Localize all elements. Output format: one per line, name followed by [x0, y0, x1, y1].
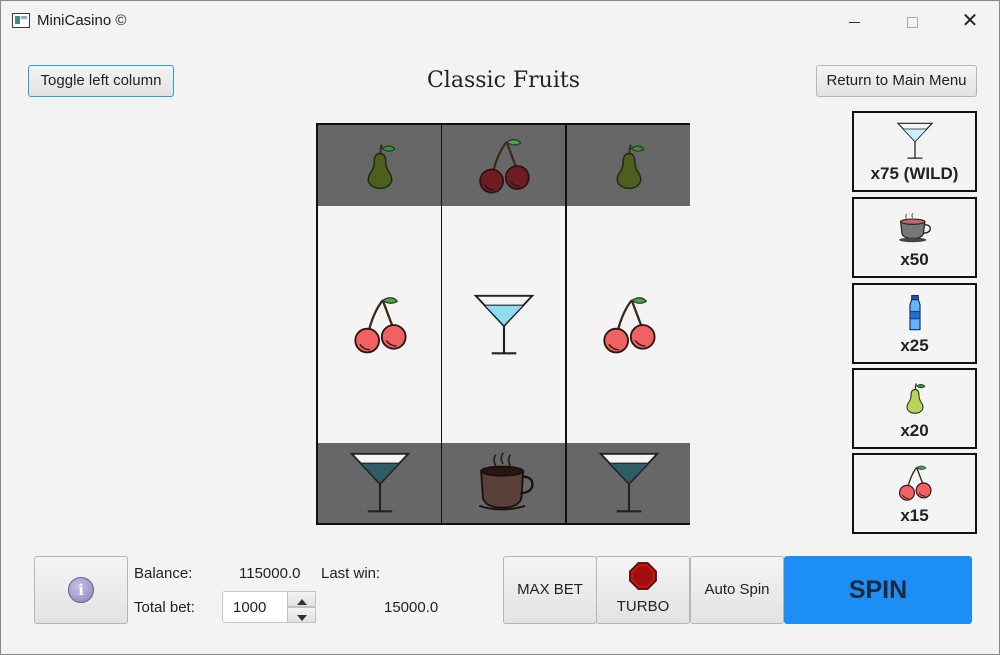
pear-icon: [358, 137, 402, 195]
bet-increment-button[interactable]: [287, 591, 316, 607]
payout-label: x25: [900, 336, 929, 355]
reel-3-top-cell: [567, 125, 690, 206]
spin-button[interactable]: SPIN: [784, 556, 972, 624]
payout-label: x15: [900, 506, 929, 525]
reel-3-bottom-cell: [567, 443, 690, 523]
turbo-label: TURBO: [616, 598, 670, 615]
window-title: MiniCasino ©: [37, 12, 127, 29]
paytable-item-water: x25: [852, 283, 977, 364]
turbo-button[interactable]: TURBO: [596, 556, 690, 624]
coffee-cup-icon: [472, 451, 536, 515]
paytable-item-cherry: x15: [852, 453, 977, 534]
reel-1: [318, 125, 441, 523]
last-win-value: 15000.0: [384, 599, 439, 616]
paytable-item-tea: x50: [852, 197, 977, 278]
balance-value: 115000.0: [239, 565, 301, 582]
balance-label: Balance:: [134, 565, 193, 582]
reel-2-top-cell: [442, 125, 565, 206]
app-icon: [12, 13, 30, 28]
stop-sign-icon: [629, 562, 657, 590]
payout-label: x75 (WILD): [870, 164, 959, 183]
close-button[interactable]: ✕: [947, 7, 993, 35]
last-win-label: Last win:: [321, 565, 381, 582]
reel-1-middle-cell: [318, 206, 441, 443]
cherry-icon: [473, 135, 535, 197]
info-icon: i: [68, 577, 94, 603]
maximize-icon: [906, 16, 918, 28]
pear-icon: [607, 137, 651, 195]
martini-icon: [895, 121, 935, 161]
martini-icon: [347, 450, 413, 516]
toggle-left-column-button[interactable]: Toggle left column: [28, 65, 174, 97]
info-button[interactable]: i: [34, 556, 128, 624]
chevron-up-icon: [296, 599, 307, 605]
slot-reels: [316, 123, 690, 525]
title-bar[interactable]: MiniCasino © ✕: [1, 1, 999, 41]
maximize-button[interactable]: [889, 7, 935, 35]
chevron-down-icon: [296, 615, 307, 621]
reel-1-bottom-cell: [318, 443, 441, 523]
max-bet-button[interactable]: MAX BET: [503, 556, 597, 624]
return-to-main-menu-button[interactable]: Return to Main Menu: [816, 65, 977, 97]
total-bet-label: Total bet:: [134, 599, 195, 616]
bet-decrement-button[interactable]: [287, 607, 316, 623]
cherry-icon: [348, 293, 412, 357]
payout-label: x50: [900, 250, 929, 269]
total-bet-input[interactable]: 1000: [222, 591, 288, 623]
auto-spin-button[interactable]: Auto Spin: [690, 556, 784, 624]
minimize-icon: [848, 21, 860, 23]
reel-2-middle-cell: [442, 206, 565, 443]
reel-1-top-cell: [318, 125, 441, 206]
martini-icon: [596, 450, 662, 516]
minimize-button[interactable]: [831, 7, 877, 35]
reel-3: [567, 125, 690, 523]
close-icon: ✕: [961, 10, 979, 32]
paytable-item-pear: x20: [852, 368, 977, 449]
payout-label: x20: [900, 421, 929, 440]
cherry-icon: [597, 293, 661, 357]
reel-3-middle-cell: [567, 206, 690, 443]
app-window: MiniCasino © ✕ Toggle left column Classi…: [0, 0, 1000, 655]
game-title: Classic Fruits: [426, 68, 581, 93]
water-bottle-icon: [905, 294, 925, 332]
tea-cup-icon: [896, 211, 934, 243]
martini-icon: [471, 292, 537, 358]
pear-icon: [900, 378, 930, 418]
reel-2-bottom-cell: [442, 443, 565, 523]
cherry-icon: [895, 463, 935, 503]
reel-2: [442, 125, 565, 523]
paytable-item-martini: x75 (WILD): [852, 111, 977, 192]
